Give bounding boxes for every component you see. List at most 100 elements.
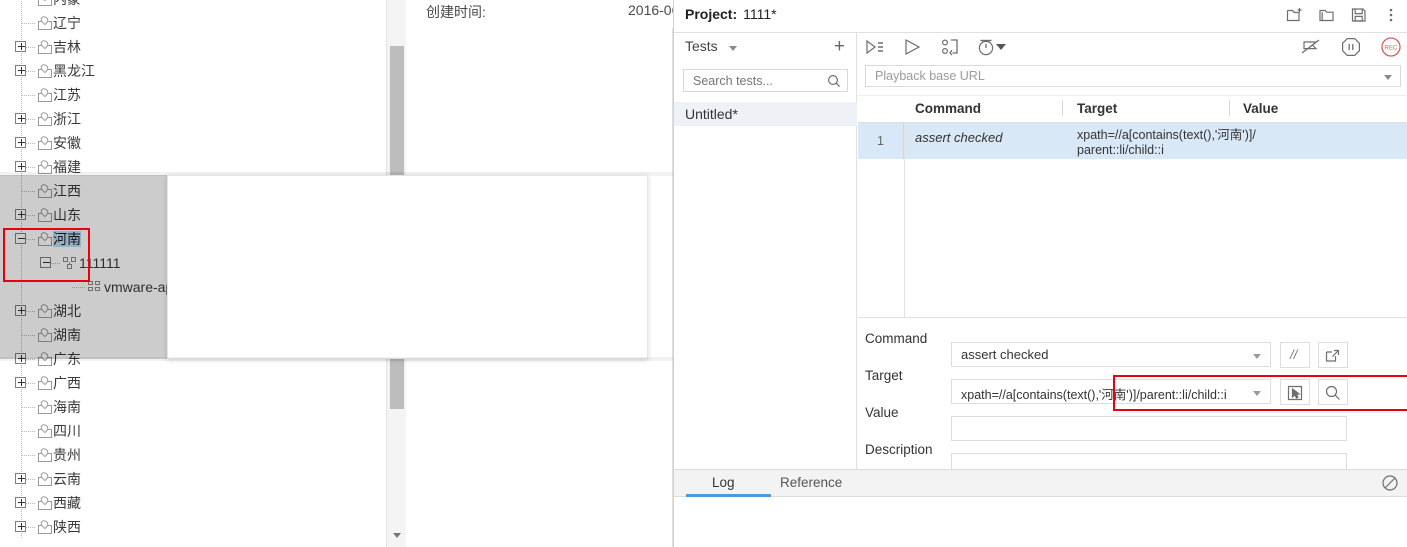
tree-node-content[interactable]: 云南 (38, 467, 81, 491)
tree-node[interactable]: 江苏 (0, 83, 390, 107)
tree-node[interactable]: 黑龙江 (0, 59, 390, 83)
tree-node-label[interactable]: 贵州 (53, 447, 81, 463)
playback-right-buttons: REC (1299, 35, 1403, 59)
tree-node[interactable]: 四川 (0, 419, 390, 443)
tree-node-label[interactable]: 西藏 (53, 495, 81, 511)
expand-node-icon[interactable] (15, 137, 26, 148)
create-time-label: 创建时间: (426, 4, 486, 20)
header-separator (1062, 100, 1063, 116)
tree-node[interactable]: 陕西 (0, 515, 390, 539)
tree-connector (22, 455, 35, 456)
search-tests-box[interactable] (683, 69, 848, 92)
tree-node[interactable]: 吉林 (0, 35, 390, 59)
tree-node-content[interactable]: 海南 (38, 395, 81, 419)
tree-node[interactable]: 西藏 (0, 491, 390, 515)
expand-node-icon[interactable] (15, 113, 26, 124)
chevron-down-icon[interactable] (1253, 354, 1261, 359)
expand-node-icon[interactable] (15, 521, 26, 532)
location-icon (38, 398, 52, 414)
tree-node-label[interactable]: 浙江 (53, 111, 81, 127)
tree-node-label[interactable]: 广西 (53, 375, 81, 391)
chevron-down-icon[interactable] (1384, 75, 1392, 80)
record-icon[interactable]: REC (1379, 35, 1403, 59)
expand-node-icon[interactable] (15, 41, 26, 52)
tree-node[interactable]: 内蒙 (0, 0, 390, 11)
tree-node-content[interactable]: 浙江 (38, 107, 81, 131)
location-icon (38, 110, 52, 126)
tree-node-content[interactable]: 黑龙江 (38, 59, 95, 83)
search-tests-input[interactable] (691, 72, 819, 90)
row-target[interactable]: xpath=//a[contains(text(),'河南')]/parent:… (1077, 128, 1257, 158)
expand-node-icon[interactable] (15, 161, 26, 172)
column-header-value[interactable]: Value (1243, 101, 1278, 116)
save-project-icon[interactable] (1348, 3, 1370, 27)
tree-node-content[interactable]: 广西 (38, 371, 81, 395)
search-icon (827, 74, 841, 93)
tree-node-label[interactable]: 内蒙 (53, 0, 81, 7)
tree-node[interactable]: 海南 (0, 395, 390, 419)
tab-log[interactable]: Log (712, 475, 735, 490)
chevron-down-icon[interactable] (729, 46, 737, 51)
expand-node-icon[interactable] (15, 473, 26, 484)
command-table: Command Target Value 1 assert checked xp… (858, 95, 1407, 318)
tree-node[interactable]: 贵州 (0, 443, 390, 467)
tree-node[interactable]: 广西 (0, 371, 390, 395)
tree-node-label[interactable]: 辽宁 (53, 15, 81, 31)
run-current-test-icon[interactable] (900, 35, 924, 59)
tree-node-content[interactable]: 江苏 (38, 83, 81, 107)
target-annotation-box (1113, 375, 1407, 411)
header-separator (1229, 100, 1230, 116)
new-project-icon[interactable] (1284, 3, 1306, 27)
tree-node-content[interactable]: 陕西 (38, 515, 81, 539)
tree-node-label[interactable]: 安徽 (53, 135, 81, 151)
run-all-tests-icon[interactable] (862, 35, 886, 59)
more-menu-icon[interactable] (1380, 3, 1402, 27)
tree-node-content[interactable]: 四川 (38, 419, 81, 443)
title-bar-icon-group (1284, 3, 1402, 27)
tree-node-content[interactable]: 贵州 (38, 443, 81, 467)
add-test-button[interactable]: + (834, 37, 845, 57)
tree-node-content[interactable]: 安徽 (38, 131, 81, 155)
test-list-item[interactable]: Untitled* (674, 102, 857, 126)
row-command[interactable]: assert checked (915, 130, 1002, 145)
tree-node-label[interactable]: 吉林 (53, 39, 81, 55)
tree-connector (22, 407, 35, 408)
tree-node-label[interactable]: 云南 (53, 471, 81, 487)
command-table-header: Command Target Value (858, 96, 1407, 122)
tree-node-content[interactable]: 内蒙 (38, 0, 81, 11)
tree-node-label[interactable]: 黑龙江 (53, 63, 95, 79)
expand-node-icon[interactable] (15, 377, 26, 388)
expand-node-icon[interactable] (15, 65, 26, 76)
location-icon (38, 0, 52, 6)
clear-log-icon[interactable] (1381, 474, 1399, 497)
tests-panel-label[interactable]: Tests (685, 38, 718, 54)
playback-base-url-field[interactable]: Playback base URL (865, 65, 1401, 87)
tree-node[interactable]: 辽宁 (0, 11, 390, 35)
tree-node[interactable]: 安徽 (0, 131, 390, 155)
step-over-icon[interactable] (938, 35, 962, 59)
background-web-page: 内蒙辽宁吉林黑龙江江苏浙江安徽福建江西山东河南111111vmware-api湖… (0, 0, 673, 547)
tree-node-label[interactable]: 江苏 (53, 87, 81, 103)
tree-node-content[interactable]: 辽宁 (38, 11, 81, 35)
column-header-command[interactable]: Command (915, 101, 981, 116)
tree-node[interactable]: 云南 (0, 467, 390, 491)
pause-icon[interactable] (1339, 35, 1363, 59)
table-row[interactable]: 1 assert checked xpath=//a[contains(text… (858, 123, 1407, 159)
open-project-icon[interactable] (1316, 3, 1338, 27)
location-icon (38, 374, 52, 390)
expand-node-icon[interactable] (15, 497, 26, 508)
command-editor-form: Command assert checked // Target xpath=/… (858, 318, 1407, 478)
tree-node[interactable]: 浙江 (0, 107, 390, 131)
tree-node-content[interactable]: 吉林 (38, 35, 81, 59)
tab-reference[interactable]: Reference (780, 475, 842, 490)
tree-node-label[interactable]: 陕西 (53, 519, 81, 535)
tests-list[interactable]: Untitled* (674, 102, 857, 126)
column-header-target[interactable]: Target (1077, 101, 1117, 116)
speed-caret-icon[interactable] (996, 44, 1006, 50)
tree-node-label[interactable]: 四川 (53, 423, 81, 439)
tree-node-label[interactable]: 海南 (53, 399, 81, 415)
tree-node-content[interactable]: 西藏 (38, 491, 81, 515)
speed-control-icon[interactable] (976, 35, 1010, 59)
disable-breakpoints-icon[interactable] (1299, 35, 1323, 59)
scroll-down-arrow-icon[interactable] (387, 525, 407, 545)
